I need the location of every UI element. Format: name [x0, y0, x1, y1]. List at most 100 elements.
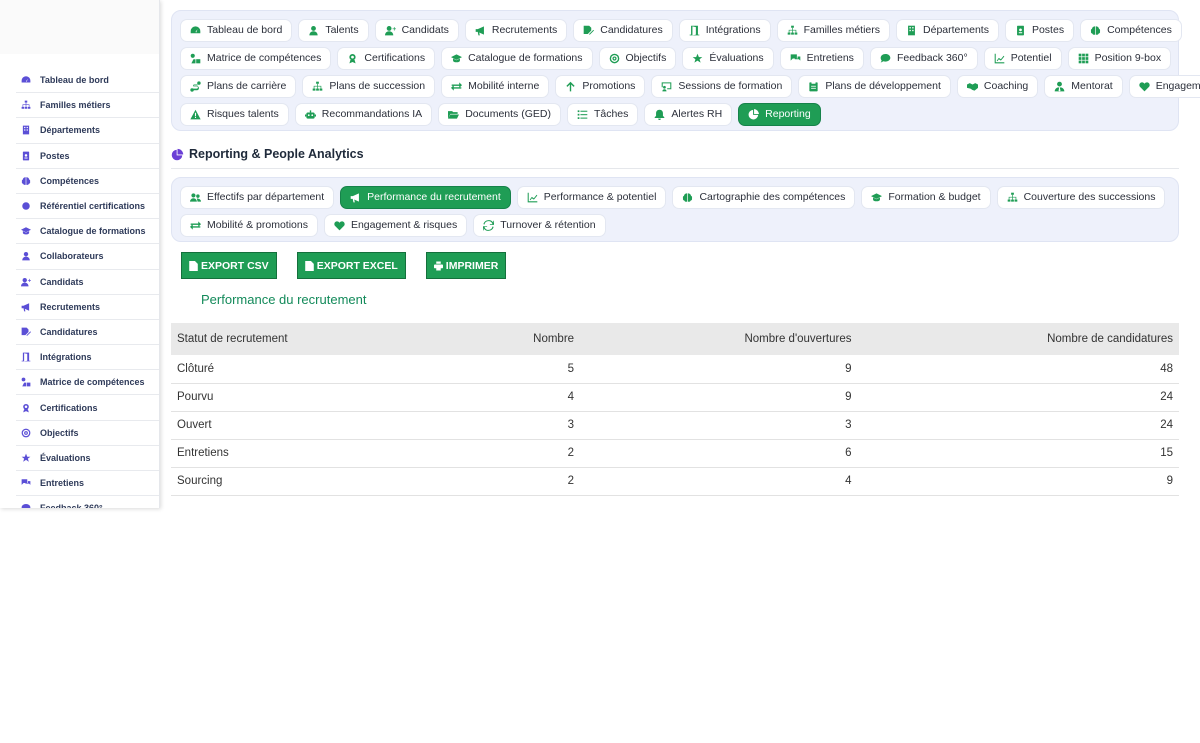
chalkboard-icon [661, 81, 672, 92]
page-title: Reporting & People Analytics [189, 147, 364, 161]
diagram-icon [20, 376, 32, 388]
module-tab[interactable]: Feedback 360° [869, 46, 978, 70]
module-tab[interactable]: Recommandations IA [294, 102, 433, 126]
table-cell: 6 [580, 439, 858, 468]
print-button[interactable]: IMPRIMER [425, 252, 507, 279]
module-tab[interactable]: Risques talents [180, 102, 289, 126]
sidebar-item[interactable]: Référentiel certifications [16, 194, 159, 220]
sidebar-item[interactable]: Matrice de compétences [16, 370, 159, 396]
module-tab[interactable]: Potentiel [983, 46, 1062, 70]
module-tab[interactable]: Départements [896, 18, 999, 42]
sidebar-item-label: Feedback 360° [40, 503, 103, 508]
module-tab[interactable]: Coaching [956, 74, 1039, 98]
export-csv-button[interactable]: EXPORT CSV [181, 252, 277, 279]
report-tab[interactable]: Engagement & risques [323, 213, 468, 237]
module-tab[interactable]: Intégrations [678, 18, 771, 42]
sitemap-icon [20, 99, 32, 111]
module-tab[interactable]: Objectifs [598, 46, 677, 70]
table-cell: Clôturé [171, 355, 457, 384]
module-tab-label: Candidats [401, 24, 449, 36]
sidebar-item[interactable]: Départements [16, 118, 159, 144]
table-cell: Ouvert [171, 411, 457, 440]
module-tab[interactable]: Candidatures [573, 18, 673, 42]
sidebar-item[interactable]: Intégrations [16, 345, 159, 371]
sidebar-item[interactable]: Entretiens [16, 471, 159, 497]
report-tab[interactable]: Effectifs par département [180, 185, 335, 209]
report-tab[interactable]: Couverture des successions [996, 185, 1166, 209]
sidebar-item[interactable]: Recrutements [16, 295, 159, 320]
module-tab[interactable]: Plans de développement [798, 74, 951, 98]
dashboard-icon [20, 74, 32, 86]
bullhorn-icon [475, 25, 486, 36]
handshake-icon [966, 81, 978, 92]
module-row: Plans de carrière Plans de succession Mobi… [180, 72, 1200, 100]
module-tab[interactable]: Plans de carrière [180, 74, 297, 98]
dashboard-icon [190, 25, 201, 36]
module-tab[interactable]: Familles métiers [776, 18, 891, 42]
sidebar-item[interactable]: Candidats [16, 270, 159, 295]
id-badge-icon [1015, 25, 1026, 36]
sidebar-item-label: Candidatures [40, 326, 98, 337]
sidebar-item[interactable]: Feedback 360° [16, 496, 159, 508]
exchange-icon [190, 220, 201, 231]
module-tab[interactable]: Reporting [738, 102, 821, 126]
building-icon [20, 124, 32, 136]
module-tab[interactable]: Matrice de compétences [180, 46, 332, 70]
module-tab[interactable]: Postes [1004, 18, 1075, 42]
module-tab[interactable]: Candidats [374, 18, 459, 42]
export-excel-button[interactable]: EXPORT EXCEL [296, 252, 406, 279]
report-table: Statut de recrutement Nombre Nombre d'ou… [171, 323, 1179, 496]
module-tab[interactable]: Mobilité interne [441, 74, 550, 98]
sidebar-item-label: Candidats [40, 276, 84, 287]
module-tab[interactable]: Mentorat [1044, 74, 1123, 98]
sync-icon [483, 219, 495, 231]
report-tab[interactable]: Formation & budget [861, 185, 991, 209]
sidebar-item[interactable]: Certifications [16, 395, 159, 421]
module-tab[interactable]: Catalogue de formations [441, 46, 593, 70]
module-tab[interactable]: Talents [298, 18, 369, 42]
module-tab[interactable]: Documents (GED) [438, 102, 561, 126]
module-tab-label: Tableau de bord [207, 24, 283, 36]
report-tab[interactable]: Performance & potentiel [516, 185, 667, 209]
sidebar-item[interactable]: Compétences [16, 169, 159, 194]
module-tab[interactable]: Entretiens [779, 46, 864, 70]
sidebar-item[interactable]: Tableau de bord [16, 68, 159, 94]
sidebar-item[interactable]: Objectifs [16, 421, 159, 446]
bell-icon [654, 109, 665, 120]
sidebar-menu: Tableau de bord Familles métiers Départeme… [0, 54, 159, 508]
module-tab-label: Objectifs [625, 52, 667, 64]
sidebar-item-label: Départements [40, 125, 101, 136]
bullseye-icon [609, 53, 620, 64]
module-tab[interactable]: Promotions [555, 74, 646, 98]
module-tab[interactable]: Engagement [1128, 74, 1200, 98]
sidebar-item[interactable]: Catalogue de formations [16, 219, 159, 245]
report-tab[interactable]: Mobilité & promotions [180, 213, 318, 237]
module-tab[interactable]: Compétences [1080, 18, 1182, 42]
module-tab[interactable]: Recrutements [464, 18, 568, 42]
sidebar-item[interactable]: Postes [16, 144, 159, 169]
module-tab[interactable]: Certifications [337, 46, 436, 70]
report-row: Effectifs par département Performance du … [180, 183, 1170, 211]
module-tab[interactable]: Alertes RH [644, 102, 733, 126]
sidebar-item[interactable]: Évaluations [16, 446, 159, 471]
module-row: Risques talents Recommandations IA Documen… [180, 100, 1170, 128]
module-tab[interactable]: Tâches [566, 102, 639, 126]
heart-icon [1139, 81, 1150, 92]
sidebar-header [0, 0, 159, 54]
sidebar-item[interactable]: Candidatures [16, 320, 159, 346]
sidebar-item[interactable]: Collaborateurs [16, 244, 159, 270]
sidebar-item-label: Recrutements [40, 301, 101, 312]
column-header: Nombre de candidatures [1047, 333, 1173, 345]
sitemap-icon [1007, 192, 1018, 203]
report-tab[interactable]: Performance du recrutement [340, 185, 511, 209]
table-cell: Sourcing [171, 467, 457, 496]
module-tab[interactable]: Sessions de formation [651, 74, 793, 98]
sidebar-item[interactable]: Familles métiers [16, 93, 159, 119]
module-tab[interactable]: Plans de succession [302, 74, 436, 98]
module-tab[interactable]: Position 9-box [1067, 46, 1172, 70]
module-tab[interactable]: Évaluations [682, 46, 774, 70]
module-tab[interactable]: Tableau de bord [180, 18, 293, 42]
report-tab[interactable]: Turnover & rétention [473, 213, 606, 237]
sidebar-item-label: Intégrations [40, 352, 92, 363]
report-tab[interactable]: Cartographie des compétences [672, 185, 856, 209]
